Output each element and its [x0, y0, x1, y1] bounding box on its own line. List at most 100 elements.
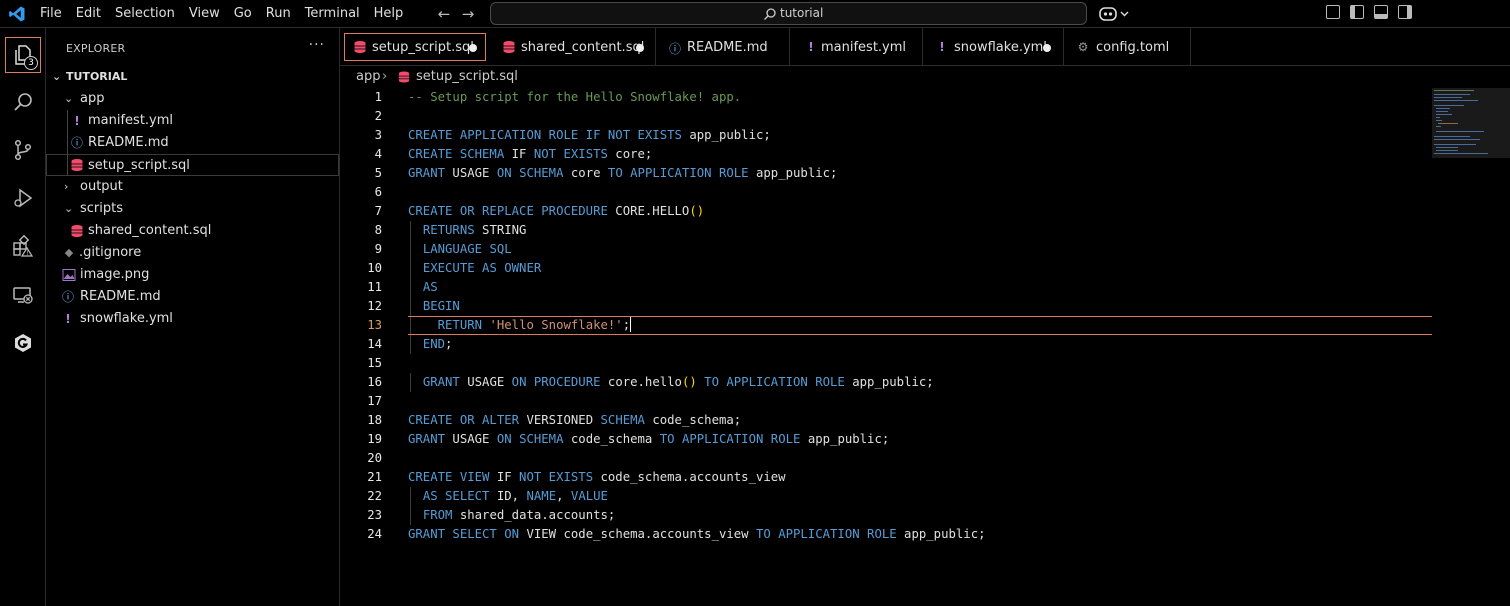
minimap[interactable] [1432, 88, 1510, 158]
back-arrow-icon[interactable]: ← [432, 4, 456, 24]
tree-item-gitignore[interactable]: ◆ .gitignore [46, 242, 339, 264]
activity-bar: 3 ! [0, 28, 46, 606]
chevron-down-icon: ⌄ [64, 92, 74, 105]
text-cursor [630, 317, 632, 332]
tab-manifest[interactable]: ! manifest.yml [790, 28, 923, 66]
customize-layout-icon[interactable] [1326, 5, 1340, 19]
tab-setup-script[interactable]: setup_script.sql [344, 33, 486, 61]
database-icon [71, 225, 83, 237]
line-number: 6 [374, 185, 382, 199]
title-bar: File Edit Selection View Go Run Terminal… [0, 0, 1510, 28]
line-number: 18 [367, 413, 382, 427]
command-center[interactable]: tutorial [490, 2, 1087, 25]
code-line: -- Setup script for the Hello Snowflake!… [408, 90, 742, 104]
line-number: 23 [367, 508, 382, 522]
toggle-panel-icon[interactable] [1374, 5, 1388, 19]
breadcrumb: app › setup_script.sql [340, 66, 1510, 88]
tree-item-app-folder[interactable]: ⌄ app [46, 88, 339, 110]
run-debug-icon [14, 188, 33, 208]
search-activity[interactable] [5, 84, 41, 120]
line-number: 21 [367, 470, 382, 484]
forward-arrow-icon[interactable]: → [456, 4, 480, 24]
chevron-right-icon: › [382, 69, 388, 84]
unsaved-dot-icon[interactable] [1043, 44, 1051, 52]
search-icon [14, 93, 32, 111]
code-editor[interactable]: 1 -- Setup script for the Hello Snowflake… [340, 88, 1510, 606]
source-control-icon [14, 139, 32, 161]
info-icon: ⓘ [61, 290, 74, 304]
tree-item-scripts-folder[interactable]: ⌄ scripts [46, 198, 339, 220]
database-icon [503, 41, 515, 53]
image-icon [62, 269, 76, 281]
line-number: 9 [374, 242, 382, 256]
copilot-icon[interactable] [1098, 5, 1134, 23]
code-line: CREATE SCHEMA IF NOT EXISTS core; [408, 147, 653, 161]
vscode-logo-icon [9, 6, 25, 22]
info-icon: ⓘ [70, 136, 83, 150]
breadcrumb-folder[interactable]: app [356, 69, 380, 84]
layout-controls [1326, 5, 1412, 19]
code-line: RETURNS STRING [422, 223, 527, 237]
command-center-text: tutorial [780, 6, 824, 20]
tree-item-manifest[interactable]: ! manifest.yml [46, 110, 339, 132]
source-control-activity[interactable] [5, 132, 41, 168]
line-number: 14 [367, 337, 382, 351]
more-actions-icon[interactable]: ··· [309, 37, 325, 53]
unsaved-dot-icon[interactable] [469, 44, 477, 52]
code-line: RETURN 'Hello Snowflake!'; [437, 317, 632, 332]
tree-root-tutorial[interactable]: ⌄ TUTORIAL [46, 66, 339, 88]
code-line: LANGUAGE SQL [422, 242, 512, 256]
code-line: FROM shared_data.accounts; [422, 508, 616, 522]
tree-item-image[interactable]: image.png [46, 264, 339, 286]
code-line: CREATE OR REPLACE PROCEDURE CORE.HELLO() [408, 204, 705, 218]
code-line: CREATE VIEW IF NOT EXISTS code_schema.ac… [408, 470, 786, 484]
menu-selection[interactable]: Selection [108, 0, 182, 28]
tree-item-output-folder[interactable]: › output [46, 176, 339, 198]
remote-explorer-activity[interactable] [5, 277, 41, 313]
line-number: 17 [367, 394, 382, 408]
explorer-activity[interactable]: 3 [5, 37, 41, 73]
code-line: GRANT USAGE ON PROCEDURE core.hello() TO… [422, 375, 934, 389]
gitkraken-icon [15, 334, 31, 352]
breadcrumb-file[interactable]: setup_script.sql [416, 69, 518, 84]
code-line: GRANT USAGE ON SCHEMA code_schema TO APP… [408, 432, 890, 446]
tab-readme[interactable]: ⓘ README.md [656, 28, 790, 66]
gear-icon: ⚙ [1077, 40, 1089, 54]
line-number: 11 [367, 280, 382, 294]
menu-file[interactable]: File [33, 0, 69, 28]
code-line: EXECUTE AS OWNER [422, 261, 542, 275]
line-number: 20 [367, 451, 382, 465]
code-line: CREATE OR ALTER VERSIONED SCHEMA code_sc… [408, 413, 742, 427]
line-number: 10 [367, 261, 382, 275]
run-debug-activity[interactable] [5, 180, 41, 216]
extensions-activity[interactable]: ! [5, 228, 41, 264]
tab-snowflake-yml[interactable]: ! snowflake.yml [923, 28, 1064, 66]
unsaved-dot-icon[interactable] [636, 44, 644, 52]
gitkraken-activity[interactable] [5, 325, 41, 361]
line-number: 8 [374, 223, 382, 237]
line-number: 15 [367, 356, 382, 370]
tree-item-shared-content[interactable]: shared_content.sql [46, 220, 339, 242]
toggle-secondary-sidebar-icon[interactable] [1398, 5, 1412, 19]
tree-item-readme-root[interactable]: ⓘ README.md [46, 286, 339, 308]
line-number: 13 [367, 318, 382, 332]
menu-terminal[interactable]: Terminal [298, 0, 367, 28]
line-number: 22 [367, 489, 382, 503]
code-line: BEGIN [422, 299, 460, 313]
tree-item-setup-script[interactable]: setup_script.sql [46, 154, 339, 176]
database-icon [354, 41, 366, 53]
code-line: GRANT SELECT ON VIEW code_schema.account… [408, 527, 986, 541]
menu-help[interactable]: Help [367, 0, 411, 28]
editor-tabs: setup_script.sql shared_content.sql ⓘ RE… [340, 28, 1510, 66]
menu-view[interactable]: View [182, 0, 227, 28]
line-number: 3 [374, 128, 382, 142]
tree-item-readme-app[interactable]: ⓘ README.md [46, 132, 339, 154]
tab-shared-content[interactable]: shared_content.sql [490, 28, 656, 66]
menu-run[interactable]: Run [259, 0, 298, 28]
line-number: 12 [367, 299, 382, 313]
menu-edit[interactable]: Edit [69, 0, 108, 28]
menu-go[interactable]: Go [227, 0, 259, 28]
tab-config-toml[interactable]: ⚙ config.toml [1064, 28, 1191, 66]
toggle-sidebar-icon[interactable] [1350, 5, 1364, 19]
tree-item-snowflake-yml[interactable]: ! snowflake.yml [46, 308, 339, 330]
